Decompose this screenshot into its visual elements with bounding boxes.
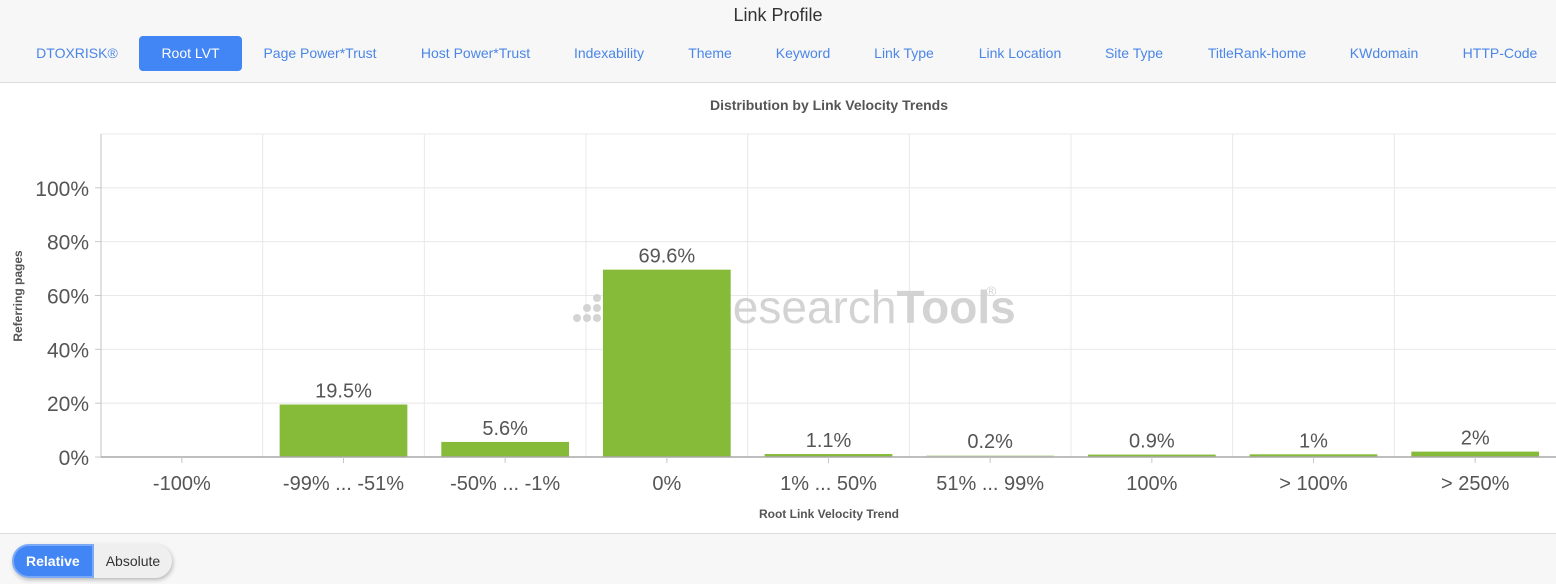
watermark-registered-mark: ® [986,283,997,299]
y-tick-label: 0% [59,447,89,470]
y-tick-label: 20% [47,393,89,416]
bar [602,269,731,457]
x-tick-label: -100% [153,473,211,495]
tab-keyword[interactable]: Keyword [768,36,838,71]
bar [1411,451,1540,457]
relative-button[interactable]: Relative [12,544,94,578]
absolute-button[interactable]: Absolute [94,544,172,578]
x-tick-label: 1% ... 50% [780,473,877,495]
tab-indexability[interactable]: Indexability [565,36,653,71]
x-tick-label: 0% [652,473,681,495]
chart-title: Distribution by Link Velocity Trends [710,97,948,113]
x-tick-label: -50% ... -1% [450,473,560,495]
x-tick-label: > 100% [1279,473,1348,495]
tab-kwdomain[interactable]: KWdomain [1343,36,1425,71]
x-tick-label: 51% ... 99% [936,473,1044,495]
data-label: 0.9% [1129,431,1175,453]
data-label: 1% [1299,430,1328,452]
tab-link-type[interactable]: Link Type [866,36,942,71]
data-label: 19.5% [315,381,372,403]
y-tick-label: 100% [35,178,89,201]
tab-dtoxrisk[interactable]: DTOXRISK® [22,36,132,71]
tab-page-power-trust[interactable]: Page Power*Trust [255,36,385,71]
header: Link Profile DTOXRISK® Root LVT Page Pow… [0,0,1556,83]
data-label: 0.2% [967,431,1013,453]
page-title: Link Profile [733,5,823,25]
tab-host-power-trust[interactable]: Host Power*Trust [412,36,539,71]
data-label: 69.6% [638,246,695,268]
tab-http-code[interactable]: HTTP-Code [1454,36,1546,71]
x-tick-label: > 250% [1441,473,1510,495]
relative-absolute-toggle: Relative Absolute [12,544,173,578]
bar [441,441,570,457]
data-label: 5.6% [482,418,528,440]
tab-root-lvt[interactable]: Root LVT [139,36,242,71]
watermark-dots-icon [573,294,601,322]
x-tick-label: 100% [1126,473,1177,495]
tab-link-location[interactable]: Link Location [970,36,1070,71]
x-axis-title: Root Link Velocity Trend [759,507,899,521]
footer: Relative Absolute [0,533,1556,584]
y-tick-label: 40% [47,339,89,362]
bar [279,404,408,457]
bar-chart: Distribution by Link Velocity Trends Lin… [11,97,1556,521]
y-axis-title: Referring pages [11,250,25,342]
data-label: 2% [1461,428,1490,450]
y-tick-labels: 0% 20% 40% 60% 80% 100% [35,178,89,470]
tab-bar: DTOXRISK® Root LVT Page Power*Trust Host… [0,36,1556,71]
tab-theme[interactable]: Theme [680,36,740,71]
watermark-tools: Tools [896,281,1015,333]
y-tick-label: 60% [47,286,89,309]
y-tick-label: 80% [47,232,89,255]
tab-titlerank-home[interactable]: TitleRank-home [1199,36,1315,71]
x-tick-label: -99% ... -51% [283,473,404,495]
tab-site-type[interactable]: Site Type [1097,36,1171,71]
x-tick-labels: -100% -99% ... -51% -50% ... -1% 0% 1% ... 5… [153,473,1510,495]
data-label: 1.1% [806,430,852,452]
